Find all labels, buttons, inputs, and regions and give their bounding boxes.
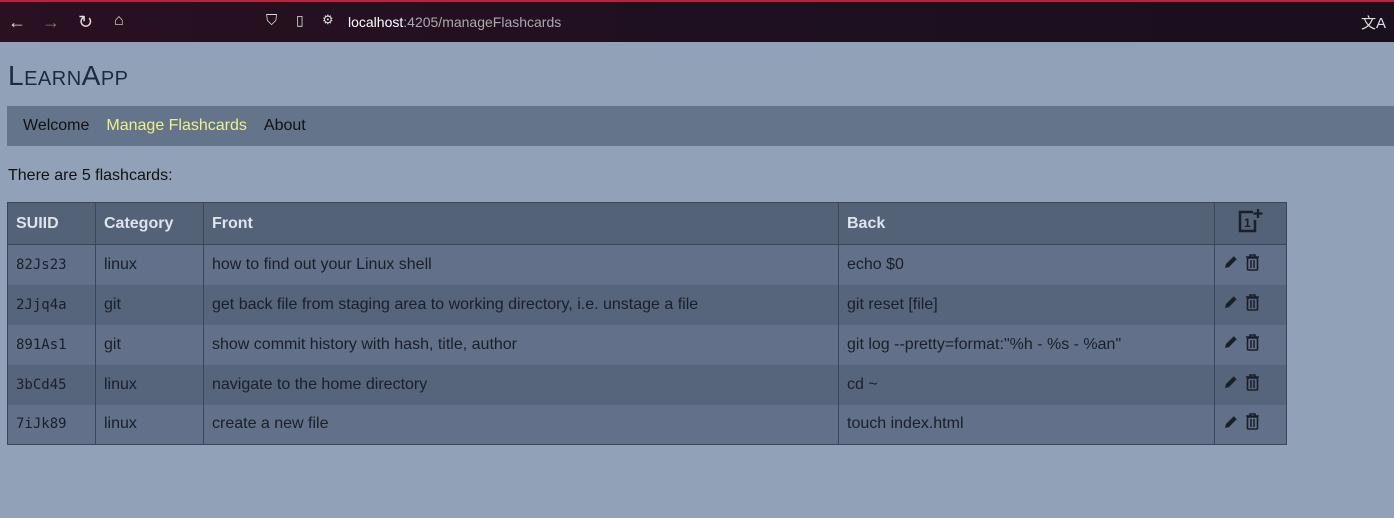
add-flashcard-button[interactable]: 1 — [1214, 202, 1287, 245]
cell-category: git — [95, 284, 204, 325]
flashcard-count: There are 5 flashcards: — [8, 167, 173, 184]
shield-icon[interactable]: ⛉ — [266, 12, 277, 29]
cell-suiid: 3bCd45 — [7, 364, 96, 405]
home-icon[interactable]: ⌂ — [114, 12, 124, 30]
cell-suiid: 891As1 — [7, 324, 96, 365]
browser-toolbar: ← → ↻ ⌂ ⛉ ▯ ⚙ localhost:4205/manageFlash… — [0, 0, 1394, 42]
header-suiid: SUIID — [7, 202, 96, 245]
cell-suiid: 7iJk89 — [7, 404, 96, 445]
delete-trash-icon[interactable] — [1245, 333, 1260, 356]
cell-category: linux — [95, 364, 204, 405]
cell-actions — [1214, 364, 1287, 405]
url-host: localhost — [348, 14, 404, 30]
main-nav: Welcome Manage Flashcards About — [7, 106, 1394, 146]
cell-back: git reset [file] — [838, 284, 1215, 325]
edit-pencil-icon[interactable] — [1223, 334, 1239, 355]
cell-front: get back file from staging area to worki… — [203, 284, 839, 325]
translate-icon[interactable]: 文A — [1361, 12, 1386, 33]
edit-pencil-icon[interactable] — [1223, 254, 1239, 275]
nav-about[interactable]: About — [264, 117, 306, 135]
table-row: 2Jjq4a git get back file from staging ar… — [7, 284, 1287, 325]
cell-actions — [1214, 324, 1287, 365]
app-title: LearnApp — [8, 60, 129, 91]
edit-pencil-icon[interactable] — [1223, 374, 1239, 395]
cell-front: how to find out your Linux shell — [203, 244, 839, 285]
nav-welcome[interactable]: Welcome — [23, 117, 89, 135]
page-icon: ▯ — [296, 12, 304, 28]
delete-trash-icon[interactable] — [1245, 373, 1260, 396]
cell-actions — [1214, 244, 1287, 285]
cell-actions — [1214, 284, 1287, 325]
reload-icon[interactable]: ↻ — [78, 12, 93, 33]
cell-back: cd ~ — [838, 364, 1215, 405]
table-row: 891As1 git show commit history with hash… — [7, 324, 1287, 365]
cell-front: show commit history with hash, title, au… — [203, 324, 839, 365]
back-icon[interactable]: ← — [8, 12, 26, 33]
cell-front: navigate to the home directory — [203, 364, 839, 405]
url-bar[interactable]: localhost:4205/manageFlashcards — [348, 14, 561, 30]
delete-trash-icon[interactable] — [1245, 293, 1260, 316]
edit-pencil-icon[interactable] — [1223, 414, 1239, 435]
header-category: Category — [95, 202, 204, 245]
cell-category: git — [95, 324, 204, 365]
cell-back: echo $0 — [838, 244, 1215, 285]
svg-text:1: 1 — [1244, 216, 1251, 230]
cell-actions — [1214, 404, 1287, 445]
add-card-icon: 1 — [1238, 209, 1262, 233]
nav-manage-flashcards[interactable]: Manage Flashcards — [106, 117, 247, 135]
table-row: 7iJk89 linux create a new file touch ind… — [7, 404, 1287, 445]
url-path: :4205/manageFlashcards — [403, 14, 562, 30]
cell-suiid: 82Js23 — [7, 244, 96, 285]
table-row: 82Js23 linux how to find out your Linux … — [7, 244, 1287, 285]
delete-trash-icon[interactable] — [1245, 413, 1260, 435]
delete-trash-icon[interactable] — [1245, 253, 1260, 276]
table-row: 3bCd45 linux navigate to the home direct… — [7, 364, 1287, 405]
permissions-icon[interactable]: ⚙ — [322, 12, 334, 28]
edit-pencil-icon[interactable] — [1223, 294, 1239, 315]
cell-back: touch index.html — [838, 404, 1215, 445]
cell-category: linux — [95, 404, 204, 445]
cell-category: linux — [95, 244, 204, 285]
cell-suiid: 2Jjq4a — [7, 284, 96, 325]
flashcards-table: SUIID Category Front Back 1 82Js23 linux… — [7, 202, 1287, 445]
header-front: Front — [203, 202, 839, 245]
forward-icon[interactable]: → — [42, 12, 60, 33]
cell-back: git log --pretty=format:"%h - %s - %an" — [838, 324, 1215, 365]
cell-front: create a new file — [203, 404, 839, 445]
header-back: Back — [838, 202, 1215, 245]
